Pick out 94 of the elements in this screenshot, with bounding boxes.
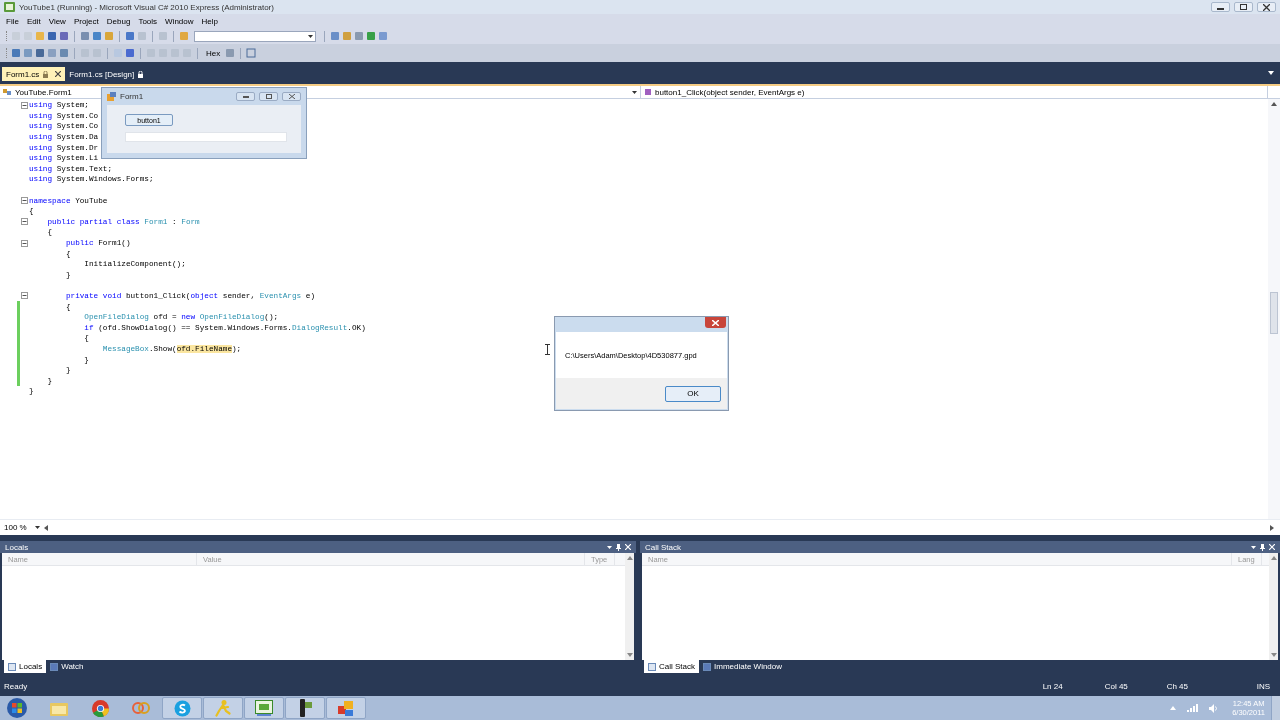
lock-icon <box>43 70 49 78</box>
camera-taskbar-button[interactable] <box>285 697 325 719</box>
form-icon <box>107 92 116 101</box>
scroll-down-icon[interactable] <box>1270 653 1277 657</box>
scroll-up-icon[interactable] <box>1271 102 1277 106</box>
insert-mode-indicator: INS <box>1256 681 1270 691</box>
document-tab[interactable]: Form1.cs <box>2 67 66 81</box>
panel-tab[interactable]: Immediate Window <box>699 660 787 673</box>
caret-icon <box>632 90 637 94</box>
close-button[interactable] <box>705 317 726 328</box>
camera-icon <box>297 699 313 717</box>
toolbar-icon[interactable] <box>225 48 236 58</box>
minimize-icon <box>242 95 249 98</box>
menu-item[interactable]: File <box>2 15 23 27</box>
close-icon <box>712 319 719 326</box>
panel-title: Locals <box>5 542 29 552</box>
pin-icon[interactable] <box>616 543 621 551</box>
text-cursor-icon <box>545 344 550 355</box>
dropdown-arrow-icon[interactable] <box>1251 545 1256 549</box>
start-orb-icon <box>7 698 27 718</box>
char-indicator: Ch 45 <box>1166 681 1189 691</box>
panel-tab[interactable]: Watch <box>46 660 88 673</box>
app-icon <box>4 2 15 12</box>
window-title: YouTube1 (Running) - Microsoft Visual C# 2010 Express (Administrator) <box>19 2 274 12</box>
lock-icon <box>138 70 144 78</box>
text-field[interactable] <box>125 132 287 142</box>
chat-app-icon <box>173 699 191 717</box>
close-button[interactable] <box>1257 2 1276 12</box>
menu-item[interactable]: Project <box>69 15 103 27</box>
minimize-button[interactable] <box>236 92 255 101</box>
panel-title: Call Stack <box>645 542 681 552</box>
scroll-up-icon[interactable] <box>1270 556 1277 560</box>
close-icon[interactable] <box>55 71 62 77</box>
messenger-taskbar-button[interactable] <box>203 697 243 719</box>
maximize-icon <box>1240 4 1247 10</box>
maximize-button[interactable] <box>1234 2 1253 12</box>
form-title: Form1 <box>120 92 144 101</box>
panel-tab[interactable]: Call Stack <box>644 660 699 673</box>
scrollbar-thumb[interactable] <box>1270 291 1278 334</box>
caret-icon <box>308 34 313 38</box>
close-icon <box>288 94 295 99</box>
volume-icon[interactable] <box>1209 703 1219 713</box>
class-icon <box>3 88 12 96</box>
menu-item[interactable]: Edit <box>22 15 45 27</box>
show-hidden-icons-icon[interactable] <box>1170 706 1177 710</box>
ok-button[interactable]: OK <box>665 385 721 402</box>
pin-icon[interactable] <box>1260 543 1265 551</box>
method-icon <box>644 88 652 96</box>
document-tab[interactable]: Form1.cs [Design] <box>65 67 148 81</box>
collapse-icon[interactable] <box>21 292 28 300</box>
dropdown-arrow-icon[interactable] <box>607 545 612 549</box>
scroll-up-icon[interactable] <box>626 556 633 560</box>
rings-icon <box>132 702 150 714</box>
scroll-right-icon[interactable] <box>1270 524 1274 531</box>
collapse-icon[interactable] <box>21 218 28 226</box>
running-figure-icon <box>215 699 231 717</box>
ide-taskbar-button[interactable] <box>244 697 284 719</box>
squares-icon <box>338 700 354 716</box>
maximize-icon <box>265 94 272 99</box>
show-desktop-button[interactable] <box>1271 696 1280 720</box>
menu-item[interactable]: View <box>44 15 70 27</box>
collapse-icon[interactable] <box>21 197 28 205</box>
caret-icon <box>34 526 40 529</box>
menu-item[interactable]: Window <box>161 15 198 27</box>
toolbar-icon[interactable] <box>246 48 257 58</box>
folder-icon <box>50 700 68 716</box>
collapse-icon[interactable] <box>21 101 28 109</box>
minimize-button[interactable] <box>1211 2 1230 12</box>
scroll-left-icon[interactable] <box>43 524 48 531</box>
status-text: Ready <box>4 681 28 691</box>
start-button[interactable] <box>4 697 30 719</box>
window-icon <box>703 662 711 671</box>
window-icon <box>50 662 59 671</box>
menu-item[interactable]: Help <box>197 15 222 27</box>
menu-item[interactable]: Debug <box>102 15 135 27</box>
menu-item[interactable]: Tools <box>134 15 162 27</box>
zoom-dropdown[interactable]: 100 % <box>4 523 40 532</box>
scroll-down-icon[interactable] <box>626 653 633 657</box>
ide-icon <box>255 700 273 716</box>
dropdown-arrow-icon[interactable] <box>1268 71 1274 75</box>
chat-taskbar-button[interactable] <box>162 697 202 719</box>
maximize-button[interactable] <box>259 92 278 101</box>
collapse-icon[interactable] <box>21 239 28 247</box>
close-icon <box>1263 3 1270 11</box>
signal-icon[interactable] <box>1187 704 1199 712</box>
window-icon <box>8 662 16 671</box>
line-indicator: Ln 24 <box>1042 681 1064 691</box>
window-icon <box>648 662 656 671</box>
configuration-dropdown[interactable] <box>194 30 316 42</box>
column-indicator: Col 45 <box>1104 681 1129 691</box>
panel-tab[interactable]: Locals <box>4 660 47 673</box>
browser-icon <box>91 699 109 717</box>
hex-button[interactable]: Hex <box>203 48 224 58</box>
member-dropdown[interactable]: button1_Click(object sender, EventArgs e) <box>641 86 1267 98</box>
